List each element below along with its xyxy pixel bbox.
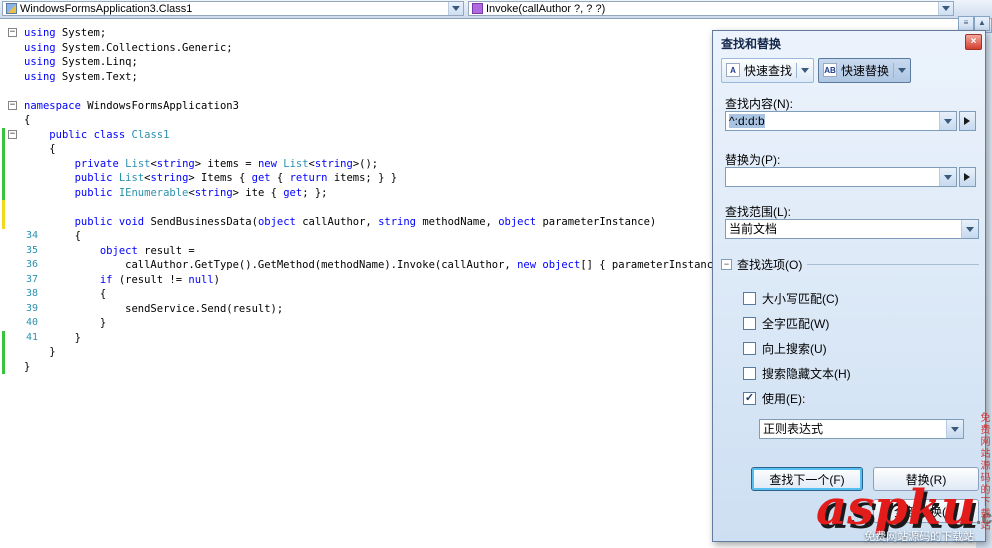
checkbox-unchecked[interactable]: [743, 367, 756, 380]
chevron-down-icon[interactable]: [801, 67, 810, 77]
find-options-checkboxes: 大小写匹配(C) 全字匹配(W) 向上搜索(U) 搜索隐藏文本(H) ✓ 使用(E):: [743, 286, 851, 411]
fold-collapse-icon[interactable]: −: [8, 28, 17, 37]
look-in-value: 当前文档: [729, 222, 778, 236]
navigation-bar: WindowsFormsApplication3.Class1 Invoke(c…: [0, 0, 992, 19]
chevron-down-icon[interactable]: [939, 112, 956, 130]
types-dropdown-value: WindowsFormsApplication3.Class1: [20, 2, 193, 15]
members-dropdown[interactable]: Invoke(callAuthor ?, ? ?): [468, 1, 954, 16]
line-number: 36: [26, 259, 39, 270]
method-icon: [472, 3, 483, 14]
find-option-row: 搜索隐藏文本(H): [743, 361, 851, 386]
chevron-down-icon[interactable]: [448, 2, 463, 15]
change-tracking-bar: [2, 171, 5, 186]
dialog-toolbar: A 快速查找 AB 快速替换: [713, 57, 915, 83]
change-tracking-bar: [2, 142, 5, 157]
checkbox-unchecked[interactable]: [743, 317, 756, 330]
fold-collapse-icon[interactable]: −: [8, 100, 17, 110]
chevron-down-icon[interactable]: [946, 420, 963, 438]
replace-expression-builder-button[interactable]: [959, 167, 976, 187]
dialog-titlebar[interactable]: 查找和替换 ×: [713, 31, 985, 53]
find-options-header: − 查找选项(O): [721, 256, 979, 273]
find-replace-dialog: 查找和替换 × A 快速查找 AB 快速替换 查找内容(N): ^:d:d:b: [712, 30, 986, 542]
replace-with-input[interactable]: [725, 167, 957, 187]
checkbox-checked[interactable]: ✓: [743, 392, 756, 405]
quick-replace-label: 快速替换: [841, 63, 890, 78]
line-number: 39: [26, 302, 39, 314]
find-option-row: 向上搜索(U): [743, 336, 851, 361]
separator: [893, 62, 895, 78]
fold-collapse-icon[interactable]: −: [8, 129, 17, 139]
divider: [807, 264, 979, 265]
change-tracking-bar: [2, 200, 5, 215]
checkbox-label: 向上搜索(U): [762, 342, 827, 356]
checkbox-label: 搜索隐藏文本(H): [762, 367, 851, 381]
members-dropdown-value: Invoke(callAuthor ?, ? ?): [486, 2, 606, 15]
checkbox-label: 大小写匹配(C): [762, 292, 839, 306]
change-tracking-bar: [2, 214, 5, 229]
change-tracking-bar: [2, 156, 5, 171]
separator: [796, 62, 798, 78]
change-tracking-bar: [2, 185, 5, 200]
class-icon: [6, 3, 17, 14]
find-what-label: 查找内容(N):: [725, 97, 793, 111]
line-number: 35: [26, 244, 39, 256]
find-option-row: 全字匹配(W): [743, 311, 851, 336]
find-what-value: ^:d:d:b: [729, 114, 765, 128]
watermark: aspku.com 免费网站源码的下载站: [816, 480, 992, 544]
close-icon[interactable]: ×: [965, 34, 982, 50]
collapse-options-button[interactable]: −: [721, 259, 732, 270]
chevron-down-icon[interactable]: [898, 67, 907, 77]
checkbox-unchecked[interactable]: [743, 342, 756, 355]
use-value: 正则表达式: [763, 422, 824, 436]
watermark-vertical-tagline: 免费网站源码的下载站: [978, 412, 989, 532]
types-dropdown[interactable]: WindowsFormsApplication3.Class1: [2, 1, 464, 16]
line-number: 38: [26, 288, 39, 299]
change-tracking-bar: [2, 127, 5, 142]
checkbox-label: 使用(E):: [762, 392, 806, 406]
window-split-button[interactable]: ≡: [958, 16, 974, 31]
find-option-row: ✓ 使用(E):: [743, 386, 851, 411]
change-tracking-bar: [2, 330, 5, 345]
vs-editor-window: WindowsFormsApplication3.Class1 Invoke(c…: [0, 0, 992, 548]
find-options-label: 查找选项(O): [737, 258, 803, 272]
change-tracking-bar: [2, 359, 5, 374]
line-number: 37: [26, 273, 39, 285]
chevron-down-icon[interactable]: [961, 220, 978, 238]
chevron-down-icon[interactable]: [938, 2, 953, 15]
line-number: 41: [26, 331, 39, 343]
find-expression-builder-button[interactable]: [959, 111, 976, 131]
line-number: 34: [26, 230, 39, 241]
change-tracking-bar: [2, 345, 5, 360]
find-option-row: 大小写匹配(C): [743, 286, 851, 311]
quick-find-tab[interactable]: A 快速查找: [721, 57, 815, 83]
replace-with-label: 替换为(P):: [725, 153, 781, 167]
quick-find-icon: A: [726, 63, 740, 77]
look-in-label: 查找范围(L):: [725, 205, 792, 219]
use-dropdown[interactable]: 正则表达式: [759, 419, 964, 439]
dialog-title: 查找和替换: [721, 37, 782, 51]
look-in-dropdown[interactable]: 当前文档: [725, 219, 979, 239]
chevron-down-icon[interactable]: [939, 168, 956, 186]
quick-replace-icon: AB: [823, 63, 838, 77]
scroll-up-button[interactable]: ▲: [974, 16, 990, 31]
checkbox-unchecked[interactable]: [743, 292, 756, 305]
checkbox-label: 全字匹配(W): [762, 317, 830, 331]
quick-find-label: 快速查找: [744, 63, 793, 78]
find-what-input[interactable]: ^:d:d:b: [725, 111, 957, 131]
line-number: 40: [26, 317, 39, 328]
quick-replace-tab[interactable]: AB 快速替换: [818, 57, 912, 83]
